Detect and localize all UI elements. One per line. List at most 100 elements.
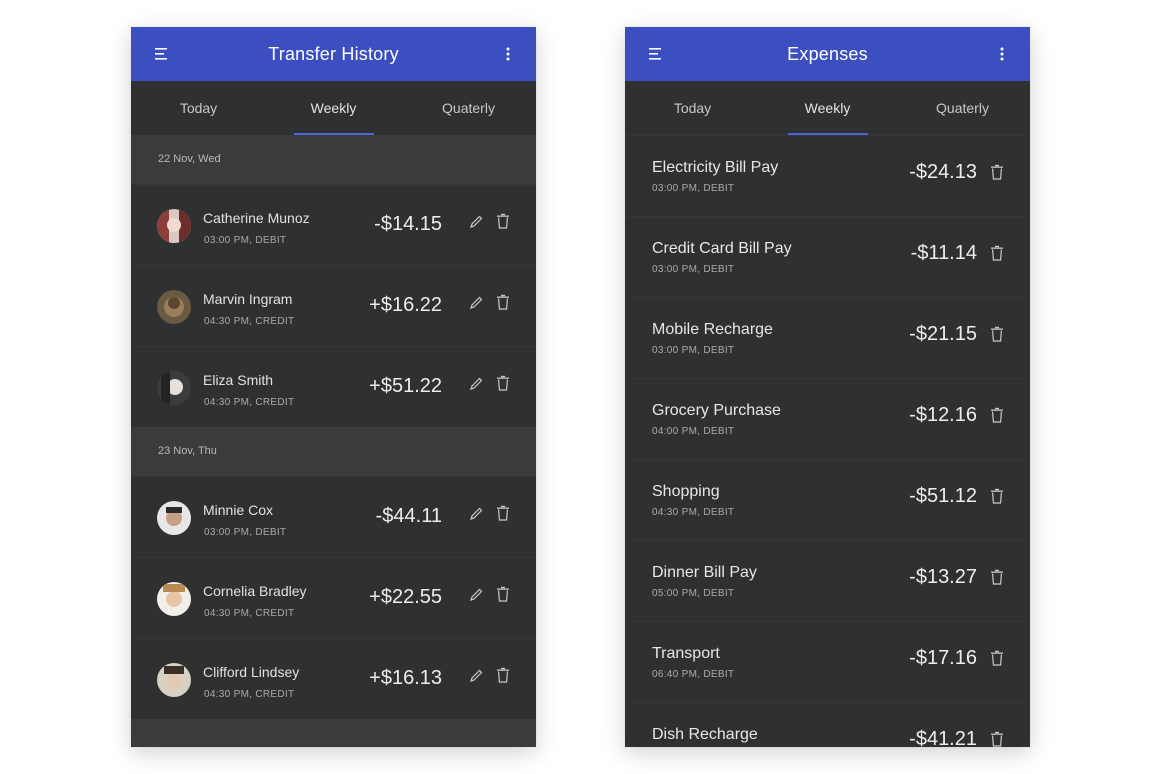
avatar [157,582,191,616]
page-title: Expenses [787,44,868,64]
trash-icon[interactable] [990,569,1004,585]
list-item[interactable]: Cornelia Bradley 04:30 PM, CREDIT +$22.5… [131,557,536,638]
list-item[interactable]: Credit Card Bill Pay 03:00 PM, DEBIT -$1… [625,216,1030,297]
tab-quaterly[interactable]: Quaterly [895,81,1030,135]
tab-today[interactable]: Today [131,81,266,135]
trash-icon[interactable] [496,586,510,602]
list-item[interactable]: Dish Recharge -$41.21 [625,702,1030,747]
more-vert-icon[interactable] [498,44,518,64]
tab-weekly[interactable]: Weekly [760,81,895,135]
transaction-meta: 03:00 PM, DEBIT [652,183,735,194]
trash-icon[interactable] [496,294,510,310]
pencil-icon[interactable] [469,506,484,521]
expense-name: Transport [652,645,720,662]
list-item[interactable]: Mobile Recharge 03:00 PM, DEBIT -$21.15 [625,297,1030,378]
expenses-list: Electricity Bill Pay 03:00 PM, DEBIT -$2… [625,135,1030,747]
expense-name: Mobile Recharge [652,321,773,338]
trash-icon[interactable] [496,667,510,683]
transaction-amount: -$44.11 [375,505,442,527]
pencil-icon[interactable] [469,587,484,602]
trash-icon[interactable] [496,375,510,391]
tab-bar: Today Weekly Quaterly [625,81,1030,135]
contact-name: Catherine Munoz [203,210,310,226]
expense-name: Credit Card Bill Pay [652,240,792,257]
list-item[interactable]: Marvin Ingram 04:30 PM, CREDIT +$16.22 [131,265,536,346]
tab-quaterly[interactable]: Quaterly [401,81,536,135]
transfer-history-screen: Transfer History Today Weekly Quaterly 2… [131,27,536,747]
transaction-meta: 03:00 PM, DEBIT [652,345,735,356]
transaction-amount: +$22.55 [369,586,442,608]
transaction-meta: 04:30 PM, CREDIT [204,608,295,619]
list-item[interactable]: Grocery Purchase 04:00 PM, DEBIT -$12.16 [625,378,1030,459]
transaction-meta: 04:00 PM, DEBIT [652,426,735,437]
pencil-icon[interactable] [469,214,484,229]
app-bar: Expenses [625,27,1030,81]
expense-name: Grocery Purchase [652,402,781,419]
contact-name: Eliza Smith [203,372,274,388]
expense-amount: -$41.21 [909,728,977,747]
transaction-meta: 04:30 PM, CREDIT [204,316,295,327]
expense-name: Electricity Bill Pay [652,159,779,176]
date-header: 23 Nov, Thu [131,427,536,476]
contact-name: Clifford Lindsey [203,664,300,680]
avatar [157,371,191,405]
expense-amount: -$13.27 [909,566,977,588]
list-item[interactable]: Dinner Bill Pay 05:00 PM, DEBIT -$13.27 [625,540,1030,621]
expense-amount: -$17.16 [909,647,977,669]
transaction-meta: 04:30 PM, DEBIT [652,507,735,518]
tab-today[interactable]: Today [625,81,760,135]
transaction-meta: 04:30 PM, CREDIT [204,689,295,700]
avatar [157,290,191,324]
trash-icon[interactable] [496,213,510,229]
avatar [157,209,191,243]
more-vert-icon[interactable] [992,44,1012,64]
trash-icon[interactable] [990,326,1004,342]
transfer-list: 22 Nov, Wed Catherine Munoz 03:00 PM, DE… [131,135,536,747]
trash-icon[interactable] [990,245,1004,261]
pencil-icon[interactable] [469,668,484,683]
trash-icon[interactable] [990,407,1004,423]
transaction-meta: 03:00 PM, DEBIT [204,527,287,538]
pencil-icon[interactable] [469,295,484,310]
tab-weekly[interactable]: Weekly [266,81,401,135]
contact-name: Cornelia Bradley [203,583,307,599]
pencil-icon[interactable] [469,376,484,391]
tab-bar: Today Weekly Quaterly [131,81,536,135]
transaction-meta: 05:00 PM, DEBIT [652,588,735,599]
expense-amount: -$51.12 [909,485,977,507]
transaction-amount: -$14.15 [374,213,442,235]
trash-icon[interactable] [990,164,1004,180]
trash-icon[interactable] [496,505,510,521]
contact-name: Minnie Cox [203,502,274,518]
expense-amount: -$11.14 [910,242,977,264]
app-bar: Transfer History [131,27,536,81]
list-item[interactable]: Minnie Cox 03:00 PM, DEBIT -$44.11 [131,476,536,557]
expense-amount: -$21.15 [909,323,977,345]
expenses-screen: Expenses Today Weekly Quaterly Electrici… [625,27,1030,747]
page-title: Transfer History [268,44,399,64]
trash-icon[interactable] [990,488,1004,504]
transaction-amount: +$16.22 [369,294,442,316]
transaction-amount: +$16.13 [369,667,442,689]
transaction-meta: 03:00 PM, DEBIT [204,235,287,246]
contact-name: Marvin Ingram [203,291,293,307]
list-item[interactable]: Clifford Lindsey 04:30 PM, CREDIT +$16.1… [131,638,536,719]
list-item[interactable]: Transport 06:40 PM, DEBIT -$17.16 [625,621,1030,702]
transaction-meta: 04:30 PM, CREDIT [204,397,295,408]
list-item[interactable]: Shopping 04:30 PM, DEBIT -$51.12 [625,459,1030,540]
expense-amount: -$24.13 [909,161,977,183]
transaction-meta: 06:40 PM, DEBIT [652,669,735,680]
avatar [157,663,191,697]
date-header: 22 Nov, Wed [131,135,536,184]
trash-icon[interactable] [990,731,1004,747]
trash-icon[interactable] [990,650,1004,666]
list-item[interactable]: Eliza Smith 04:30 PM, CREDIT +$51.22 [131,346,536,427]
expense-amount: -$12.16 [909,404,977,426]
date-header [131,719,536,747]
avatar [157,501,191,535]
list-item[interactable]: Electricity Bill Pay 03:00 PM, DEBIT -$2… [625,135,1030,216]
list-item[interactable]: Catherine Munoz 03:00 PM, DEBIT -$14.15 [131,184,536,265]
expense-name: Dish Recharge [652,726,758,743]
transaction-meta: 03:00 PM, DEBIT [652,264,735,275]
expense-name: Shopping [652,483,720,500]
